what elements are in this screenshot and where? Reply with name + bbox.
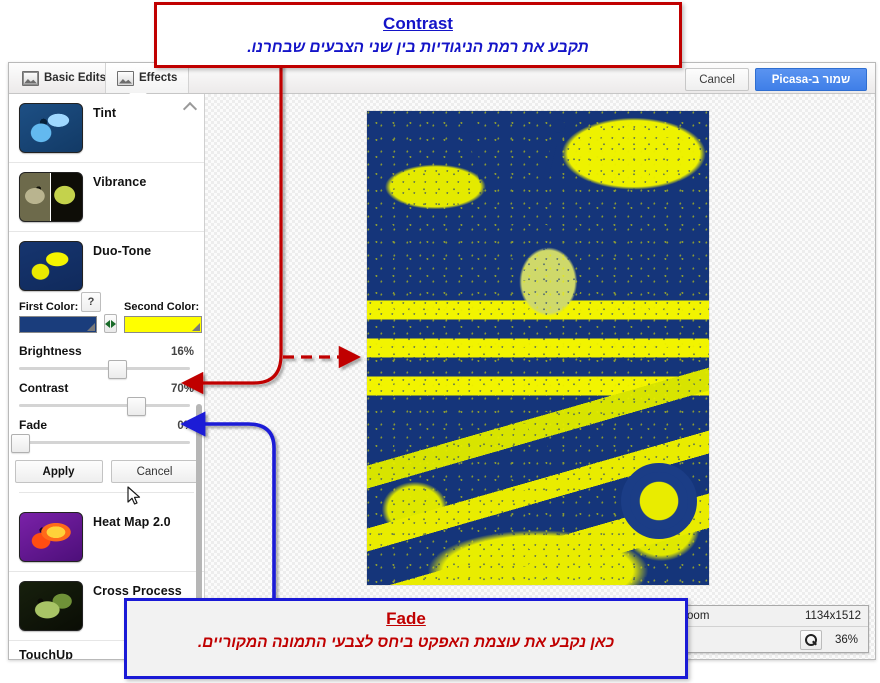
- fade-callout-title: Fade: [386, 609, 426, 628]
- apply-button-label: Apply: [42, 465, 75, 478]
- effect-item-vibrance[interactable]: Vibrance: [9, 163, 204, 232]
- image-dimensions: 1134x1512: [804, 610, 861, 622]
- cancel-button-top-label: Cancel: [699, 73, 735, 86]
- fade-callout-text: כאן נקבע את עוצמת האפקט ביחס לצבעי התמונ…: [197, 634, 615, 652]
- tab-basic-edits[interactable]: Basic Edits: [11, 63, 117, 93]
- first-color-group: First Color:: [19, 301, 97, 333]
- magnifier-icon[interactable]: [799, 630, 822, 650]
- tint-thumbnail: [19, 103, 83, 153]
- tab-basic-edits-label: Basic Edits: [44, 72, 106, 84]
- effect-label-heat-map: Heat Map 2.0: [93, 515, 171, 529]
- effects-sidebar[interactable]: Tint Vibrance Duo-Tone ? First Color: Se…: [9, 94, 205, 659]
- brightness-value: 16%: [170, 346, 194, 358]
- image-frame-icon: [22, 70, 39, 86]
- screenshot-root: Basic Edits Effects Cancel שמור ב-Picasa: [0, 0, 880, 683]
- effect-label-vibrance: Vibrance: [93, 175, 147, 189]
- fade-value: 0%: [177, 420, 194, 432]
- zoom-panel-header[interactable]: Zoom 1134x1512: [662, 606, 868, 627]
- zoom-panel-controls: 36%: [662, 628, 868, 652]
- contrast-knob[interactable]: [127, 397, 147, 416]
- picasa-editor-window: Basic Edits Effects Cancel שמור ב-Picasa: [8, 62, 876, 660]
- swap-colors-button[interactable]: [104, 314, 117, 333]
- fade-label: Fade: [19, 418, 48, 432]
- fade-head: Fade 0%: [19, 418, 194, 432]
- zoom-level-value: 36%: [834, 634, 858, 646]
- contrast-callout: Contrast תקבע את רמת הניגודיות בין שני ה…: [154, 2, 682, 68]
- vibrance-thumbnail: [19, 172, 83, 222]
- tab-effects-label: Effects: [139, 72, 178, 84]
- effect-label-tint: Tint: [93, 106, 117, 120]
- save-to-picasa-button[interactable]: שמור ב-Picasa: [755, 68, 867, 91]
- brightness-knob[interactable]: [108, 360, 128, 379]
- swap-left-arrow-icon: [105, 319, 110, 328]
- fade-knob[interactable]: [11, 434, 30, 453]
- fade-slider-block: Fade 0%: [11, 418, 194, 453]
- second-color-swatch[interactable]: [124, 316, 202, 333]
- duo-tone-thumbnail: [19, 241, 83, 291]
- panel-buttons-row: Apply Cancel: [14, 460, 199, 483]
- edited-photo[interactable]: [367, 111, 709, 585]
- contrast-callout-title: Contrast: [383, 14, 453, 33]
- apply-button[interactable]: Apply: [14, 460, 103, 483]
- heat-map-thumbnail: [19, 512, 83, 562]
- mouse-cursor-icon: [127, 486, 141, 505]
- sidebar-scrollbar[interactable]: [196, 404, 202, 610]
- color-pickers-row: First Color: Second Color:: [19, 301, 202, 333]
- effect-item-heat-map[interactable]: Heat Map 2.0: [9, 503, 204, 572]
- effect-label-duo-tone: Duo-Tone: [93, 244, 152, 258]
- contrast-value: 70%: [170, 383, 194, 395]
- contrast-callout-text: תקבע את רמת הניגודיות בין שני הצבעים שבח…: [247, 39, 589, 57]
- brightness-head: Brightness 16%: [19, 344, 194, 358]
- swap-right-arrow-icon: [111, 319, 116, 328]
- panel-divider: [19, 492, 194, 493]
- zoom-status-panel[interactable]: Zoom 1134x1512 36%: [661, 605, 869, 653]
- brightness-track[interactable]: [19, 360, 190, 379]
- save-to-picasa-label: שמור ב-Picasa: [771, 73, 851, 86]
- duo-tone-panel: First Color: Second Color: Brightness 16…: [9, 293, 204, 503]
- contrast-track[interactable]: [19, 397, 190, 416]
- second-color-label: Second Color:: [124, 301, 200, 313]
- picture-icon: [117, 70, 134, 86]
- effects-list: Tint Vibrance Duo-Tone ? First Color: Se…: [9, 94, 204, 659]
- fade-track[interactable]: [11, 434, 190, 453]
- stroller-wheel: [621, 463, 697, 539]
- cross-process-thumbnail: [19, 581, 83, 631]
- contrast-head: Contrast 70%: [19, 381, 194, 395]
- effect-label-cross-process: Cross Process: [93, 584, 182, 598]
- brightness-slider-block: Brightness 16%: [19, 344, 194, 379]
- cancel-button-top[interactable]: Cancel: [685, 68, 749, 91]
- first-color-label: First Color:: [19, 301, 79, 313]
- second-color-group: Second Color:: [124, 301, 202, 333]
- effect-label-touchup: TouchUp: [19, 648, 73, 659]
- photo-canvas[interactable]: Zoom 1134x1512 36%: [205, 94, 875, 659]
- effect-item-tint[interactable]: Tint: [9, 94, 204, 163]
- effect-item-duo-tone[interactable]: Duo-Tone ?: [9, 232, 204, 312]
- first-color-swatch[interactable]: [19, 316, 97, 333]
- brightness-label: Brightness: [19, 344, 82, 358]
- panel-cancel-button[interactable]: Cancel: [110, 460, 199, 483]
- contrast-label: Contrast: [19, 381, 69, 395]
- panel-cancel-label: Cancel: [136, 465, 173, 478]
- contrast-slider-block: Contrast 70%: [19, 381, 194, 416]
- fade-callout: Fade כאן נקבע את עוצמת האפקט ביחס לצבעי …: [124, 598, 688, 679]
